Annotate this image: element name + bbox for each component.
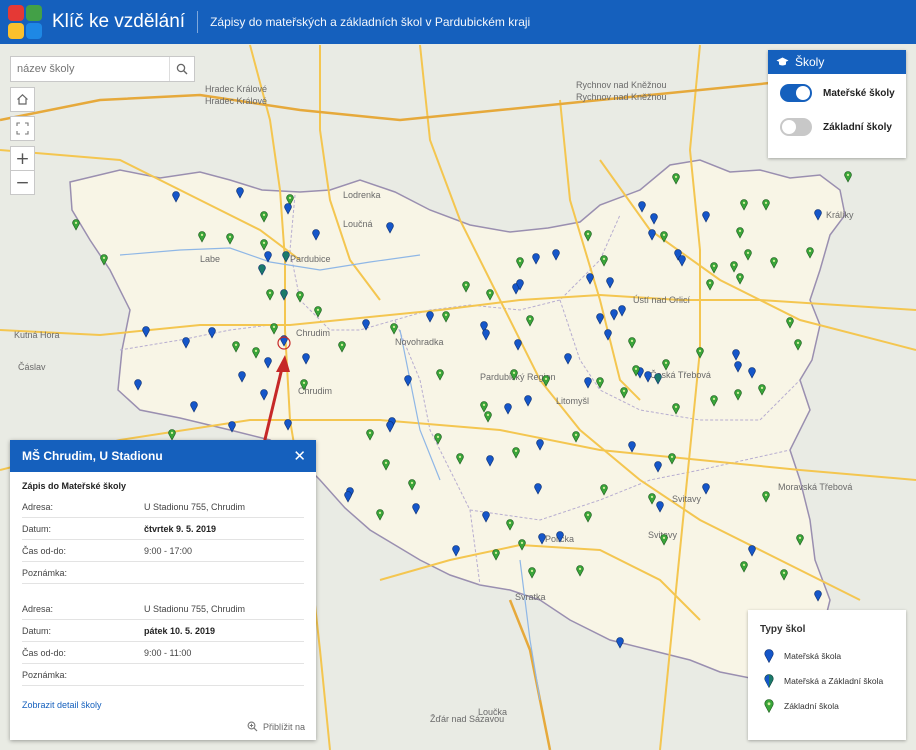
popup-title: MŠ Chrudim, U Stadionu xyxy=(22,449,163,463)
place-label: Pardubice xyxy=(290,254,331,264)
zoom-in-icon xyxy=(247,721,258,732)
search-box[interactable] xyxy=(10,56,195,82)
table-row: Poznámka: xyxy=(22,561,304,584)
field-label: Čas od-do: xyxy=(22,641,144,664)
zoom-out-button[interactable]: − xyxy=(10,170,35,195)
expand-icon xyxy=(16,122,29,135)
toggle-switch-off[interactable] xyxy=(780,118,812,136)
field-label: Čas od-do: xyxy=(22,539,144,562)
layers-panel-header: Školy xyxy=(768,50,906,74)
table-row: Čas od-do: 9:00 - 11:00 xyxy=(22,641,304,664)
app-header: Klíč ke vzdělání Zápisy do mateřských a … xyxy=(0,0,916,44)
field-value: U Stadionu 755, Chrudim xyxy=(144,496,304,518)
field-value: 9:00 - 17:00 xyxy=(144,539,304,562)
layer-label-zs: Základní školy xyxy=(823,121,892,133)
place-label: Kutná Hora xyxy=(14,330,60,340)
popup-body: Zápis do Mateřské školy Adresa: U Stadion… xyxy=(10,472,316,710)
search-button[interactable] xyxy=(169,57,194,81)
field-label: Datum: xyxy=(22,517,144,540)
table-row: Čas od-do: 9:00 - 17:00 xyxy=(22,539,304,562)
layers-panel-title: Školy xyxy=(795,55,825,69)
enrollment-record-1: Adresa: U Stadionu 755, Chrudim Datum: čtv… xyxy=(22,496,304,584)
zoom-to-label: Přiblížit na xyxy=(262,721,305,732)
field-value xyxy=(144,663,304,686)
place-label: Ústí nad Orlicí xyxy=(633,295,691,305)
field-value: U Stadionu 755, Chrudim xyxy=(144,598,304,620)
place-label: Svitavy xyxy=(672,494,702,504)
place-label: Hradec Králové xyxy=(205,84,267,94)
toggle-switch-on[interactable] xyxy=(780,84,812,102)
popup-section-title: Zápis do Mateřské školy xyxy=(22,481,127,491)
place-label: Moravská Třebová xyxy=(778,482,852,492)
close-icon[interactable]: ✕ xyxy=(293,447,306,465)
field-value: čtvrtek 9. 5. 2019 xyxy=(144,517,304,540)
popup-header: MŠ Chrudim, U Stadionu ✕ xyxy=(10,440,316,472)
table-row: Datum: čtvrtek 9. 5. 2019 xyxy=(22,517,304,540)
toggle-knob xyxy=(796,86,810,100)
field-label: Poznámka: xyxy=(22,561,144,584)
place-label: Rychnov nad Kněžnou xyxy=(576,92,667,102)
legend-item-msz: Mateřská a Základní škola xyxy=(764,668,906,693)
app-title: Klíč ke vzdělání xyxy=(52,11,186,32)
school-detail-link[interactable]: Zobrazit detail školy xyxy=(22,700,304,710)
full-extent-button[interactable] xyxy=(10,116,35,141)
place-label: Labe xyxy=(200,254,220,264)
place-label: Chrudim xyxy=(296,328,330,338)
app-logo xyxy=(8,5,42,39)
field-label: Adresa: xyxy=(22,598,144,620)
graduation-cap-icon xyxy=(776,57,789,66)
table-row: Adresa: U Stadionu 755, Chrudim xyxy=(22,496,304,518)
zoom-to-button[interactable]: Přiblížit na xyxy=(247,721,305,732)
table-row: Adresa: U Stadionu 755, Chrudim xyxy=(22,598,304,620)
place-label: Králíky xyxy=(826,210,854,220)
place-label: Lodrenka xyxy=(343,190,381,200)
layer-label-ms: Mateřské školy xyxy=(823,87,895,99)
zoom-in-button[interactable]: + xyxy=(10,146,35,171)
field-value xyxy=(144,561,304,584)
field-value: pátek 10. 5. 2019 xyxy=(144,619,304,642)
enrollment-record-2: Adresa: U Stadionu 755, Chrudim Datum: pát… xyxy=(22,598,304,686)
pin-icon-ms xyxy=(764,648,774,663)
layers-panel: Školy Mateřské školy Základní školy xyxy=(768,50,906,158)
place-label: Loučná xyxy=(343,219,373,229)
legend-item-zs: Základní škola xyxy=(764,693,906,718)
app-subtitle: Zápisy do mateřských a základních škol v… xyxy=(210,15,531,29)
field-label: Adresa: xyxy=(22,496,144,518)
place-label: Novohradka xyxy=(395,337,444,347)
place-label: Čáslav xyxy=(18,362,46,372)
field-label: Poznámka: xyxy=(22,663,144,686)
place-label: Svratka xyxy=(515,592,546,602)
pin-icon-msz xyxy=(764,673,774,688)
search-input[interactable] xyxy=(11,57,169,81)
toggle-knob xyxy=(782,120,796,134)
search-icon xyxy=(176,63,188,75)
layer-toggle-zs[interactable]: Základní školy xyxy=(780,112,906,142)
legend-label: Mateřská škola xyxy=(784,650,842,661)
field-label: Datum: xyxy=(22,619,144,642)
place-label: Hradec Králové xyxy=(205,96,267,106)
header-divider xyxy=(197,11,199,33)
place-label: Loučka xyxy=(478,707,507,717)
place-label: Litomyšl xyxy=(556,396,589,406)
home-button[interactable] xyxy=(10,87,35,112)
legend-panel: Typy škol Mateřská škola Mateřská a Zákl… xyxy=(748,610,906,740)
place-label: Rychnov nad Kněžnou xyxy=(576,80,667,90)
pin-icon-zs xyxy=(764,698,774,713)
school-popup: MŠ Chrudim, U Stadionu ✕ Zápis do Mateřs… xyxy=(10,440,316,740)
home-icon xyxy=(17,93,28,105)
legend-label: Základní škola xyxy=(784,700,839,711)
legend-label: Mateřská a Základní škola xyxy=(784,675,884,686)
field-value: 9:00 - 11:00 xyxy=(144,641,304,664)
layer-toggle-ms[interactable]: Mateřské školy xyxy=(780,78,906,108)
table-row: Poznámka: xyxy=(22,663,304,686)
legend-title: Typy škol xyxy=(760,624,806,635)
table-row: Datum: pátek 10. 5. 2019 xyxy=(22,619,304,642)
legend-item-ms: Mateřská škola xyxy=(764,643,906,668)
